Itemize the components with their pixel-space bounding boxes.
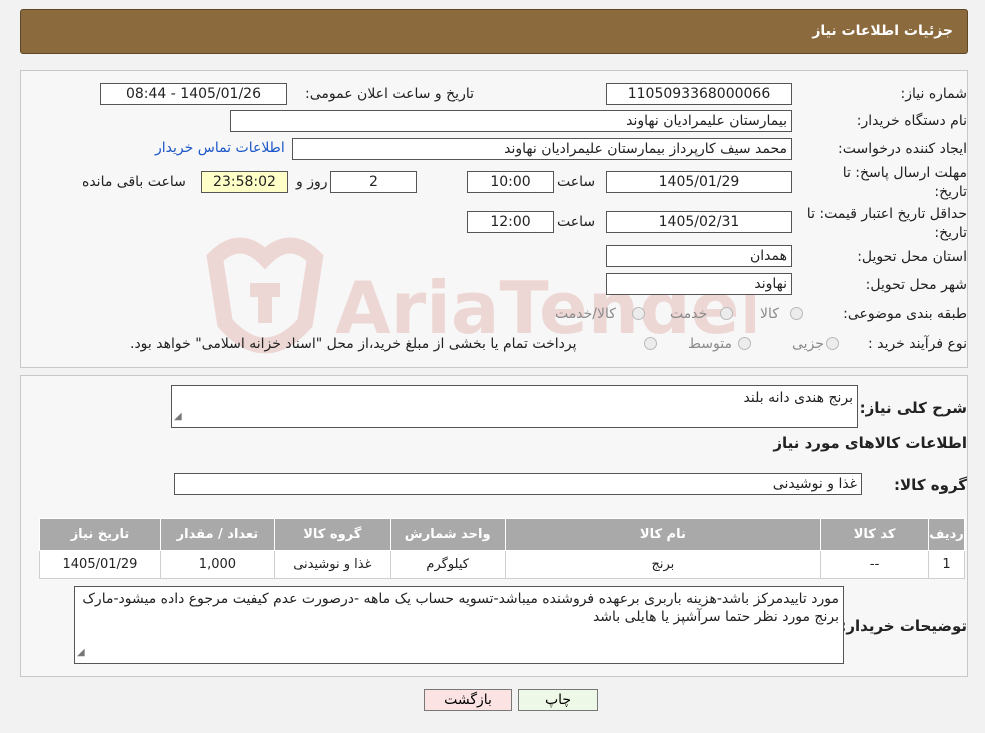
process-option-minor: جزیی	[792, 336, 824, 352]
goods-group-field: غذا و نوشیدنی	[174, 473, 862, 495]
remaining-time-field: 23:58:02	[201, 171, 288, 193]
province-field: همدان	[606, 245, 792, 267]
city-label: شهر محل تحویل:	[865, 277, 967, 293]
need-number-field: 1105093368000066	[606, 83, 792, 105]
province-label: استان محل تحویل:	[857, 249, 967, 265]
announce-field: 1405/01/26 - 08:44	[100, 83, 287, 105]
goods-group-label: گروه کالا:	[894, 476, 967, 494]
goods-info-title: اطلاعات کالاهای مورد نیاز	[773, 434, 967, 452]
days-field: 2	[330, 171, 417, 193]
price-validity-time-field: 12:00	[467, 211, 554, 233]
buyer-notes-label: توضیحات خریدار:	[840, 617, 967, 635]
remaining-label: ساعت باقی مانده	[82, 174, 186, 190]
cell-qty: 1,000	[159, 550, 275, 579]
category-option-goods: کالا	[760, 306, 779, 322]
items-table-wrap: ردیف کد کالا نام کالا واحد شمارش گروه کا…	[39, 518, 965, 579]
process-radio-medium[interactable]	[738, 337, 751, 350]
days-label: روز و	[296, 174, 328, 190]
col-code-header: کد کالا	[820, 518, 930, 551]
city-field: نهاوند	[606, 273, 792, 295]
buyer-org-label: نام دستگاه خریدار:	[856, 113, 967, 129]
category-radio-goods[interactable]	[790, 307, 803, 320]
reply-deadline-label-2: تاریخ:	[934, 184, 967, 200]
category-radio-goods-service[interactable]	[632, 307, 645, 320]
buyer-notes-field: مورد تاییدمرکز باشد-هزینه باربری برعهده …	[74, 586, 844, 664]
buyer-contact-link[interactable]: اطلاعات تماس خریدار	[155, 140, 285, 156]
col-qty-header: تعداد / مقدار	[159, 518, 275, 551]
col-unit-header: واحد شمارش	[389, 518, 506, 551]
need-number-label: شماره نیاز:	[900, 86, 968, 102]
reply-date-field: 1405/01/29	[606, 171, 792, 193]
items-table: ردیف کد کالا نام کالا واحد شمارش گروه کا…	[39, 518, 965, 579]
category-radio-service[interactable]	[720, 307, 733, 320]
col-date-header: تاریخ نیاز	[39, 518, 161, 551]
page-title: جزئیات اطلاعات نیاز	[812, 23, 953, 39]
reply-time-field: 10:00	[467, 171, 554, 193]
description-field: برنج هندی دانه بلند ◢	[171, 385, 858, 428]
reply-time-label: ساعت	[557, 174, 596, 190]
requester-label: ایجاد کننده درخواست:	[838, 141, 967, 157]
process-option-medium: متوسط	[688, 336, 732, 352]
category-label: طبقه بندی موضوعی:	[843, 306, 967, 322]
price-validity-label: حداقل تاریخ اعتبار قیمت: تا	[806, 206, 967, 222]
cell-date: 1405/01/29	[39, 550, 161, 579]
requester-field: محمد سیف کارپرداز بیمارستان علیمرادیان ن…	[292, 138, 792, 160]
cell-unit: کیلوگرم	[389, 550, 506, 579]
back-button[interactable]: بازگشت	[424, 689, 512, 711]
buyer-notes-text: مورد تاییدمرکز باشد-هزینه باربری برعهده …	[82, 591, 839, 625]
resize-grip-icon[interactable]: ◢	[77, 644, 85, 662]
process-radio-minor[interactable]	[826, 337, 839, 350]
resize-grip-icon[interactable]: ◢	[174, 408, 182, 426]
category-option-service: خدمت	[670, 306, 708, 322]
price-validity-date-field: 1405/02/31	[606, 211, 792, 233]
buyer-org-field: بیمارستان علیمرادیان نهاوند	[230, 110, 792, 132]
category-option-goods-service: کالا/خدمت	[555, 306, 616, 322]
reply-deadline-label: مهلت ارسال پاسخ: تا	[842, 165, 967, 181]
process-note: پرداخت تمام یا بخشی از مبلغ خرید،از محل …	[130, 336, 577, 352]
table-row: 1 -- برنج کیلوگرم غذا و نوشیدنی 1,000 14…	[39, 550, 965, 579]
page-header: جزئیات اطلاعات نیاز	[20, 9, 968, 54]
description-label: شرح کلی نیاز:	[859, 399, 967, 417]
cell-code: --	[820, 550, 930, 579]
announce-label: تاریخ و ساعت اعلان عمومی:	[305, 86, 474, 102]
price-validity-time-label: ساعت	[557, 214, 596, 230]
cell-row: 1	[928, 550, 965, 579]
cell-name: برنج	[504, 550, 822, 579]
table-header-row: ردیف کد کالا نام کالا واحد شمارش گروه کا…	[39, 518, 965, 551]
col-name-header: نام کالا	[504, 518, 822, 551]
price-validity-label-2: تاریخ:	[934, 225, 967, 241]
col-group-header: گروه کالا	[273, 518, 391, 551]
print-button[interactable]: چاپ	[518, 689, 598, 711]
description-text: برنج هندی دانه بلند	[743, 390, 853, 406]
cell-group: غذا و نوشیدنی	[273, 550, 391, 579]
process-label: نوع فرآیند خرید :	[868, 336, 967, 352]
col-row-header: ردیف	[928, 518, 965, 551]
process-radio-treasury[interactable]	[644, 337, 657, 350]
